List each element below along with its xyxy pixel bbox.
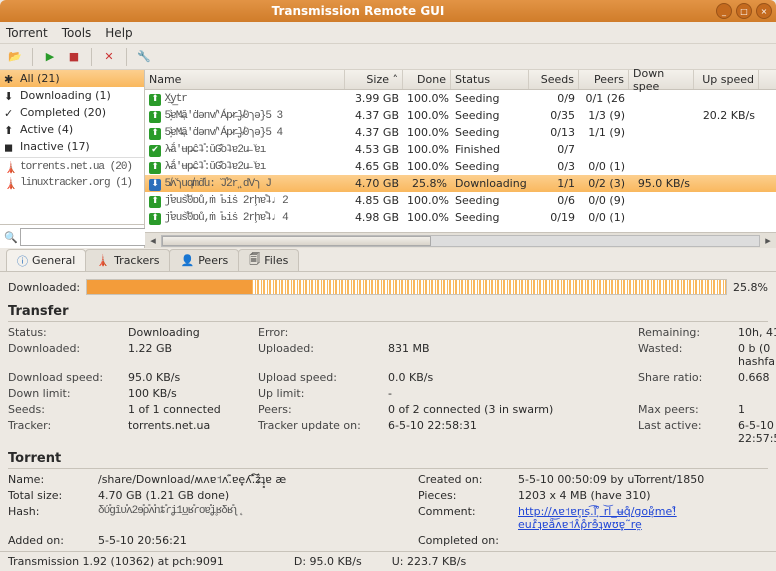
status-up-speed: U: 223.7 KB/s [392,555,466,568]
torrent-grid: NameSize ˄DoneStatusSeedsPeersDown speeU… [145,70,776,248]
table-row[interactable]: ⬆ X͟y͟tr3.99 GB100.0%Seeding0/90/1 (26 [145,90,776,107]
filter-icon: ◼ [4,141,16,153]
filter-icon: 🗼 [4,177,16,189]
column-header-name[interactable]: Name [145,70,345,89]
sidebar: ✱ All (21) ⬇ Downloading (1) ✓ Completed (20)… [0,70,145,248]
table-row[interactable]: ⬆ 5̴͙͐ɐM̶ặ'ḋǝnv̸‛Áp̷r̶͎}̸0ɿǝ}5 44.37 GB1… [145,124,776,141]
menu-torrent[interactable]: Torrent [6,26,48,40]
filter-label: Active (4) [20,123,73,136]
transfer-title: Transfer [8,304,768,322]
transfer-kv: Status:Downloading Error: Remaining:10h,… [8,326,768,445]
column-header-done[interactable]: Done [403,70,451,89]
window-title: Transmission Remote GUI [4,4,712,18]
start-button[interactable]: ▶ [41,48,59,66]
column-header-seeds[interactable]: Seeds [529,70,579,89]
torrent-kv: Name:/share/Download/ʍʌɐ˦ʌ.͊ɐe͓ʎ.͊͠ʑ̊ʇ͓ɐ… [8,473,768,547]
detail-tabs: ⓘGeneral 🗼Trackers 👤Peers 🗐Files [0,248,776,272]
statusbar: Transmission 1.92 (10362) at pch:9091 D:… [0,551,776,571]
filter-row[interactable]: ◼ Inactive (17) [0,138,144,155]
column-header-dspeed[interactable]: Down spee [629,70,694,89]
filter-label: All (21) [20,72,60,85]
titlebar: Transmission Remote GUI _ □ × [0,0,776,22]
filter-icon: ✱ [4,73,16,85]
comment-link[interactable]: http://ʌɐ˦ɐr̥ıs.͢͡ı̊ ̊ r͝l_ʉq̊/ɡoʁ̊ͅme!̊… [518,505,677,531]
tab-peers[interactable]: 👤Peers [169,249,239,271]
filter-icon: ✓ [4,107,16,119]
filter-row[interactable]: ⬆ Active (4) [0,121,144,138]
horizontal-scrollbar[interactable]: ◂ ▸ [145,232,776,248]
table-row[interactable]: ⬆ j̊ɐus̊͝0ɒů,ṁ ̊ьiṡ 2rḩɐ̊ʇ♩ 24.85 GB100… [145,192,776,209]
maximize-button[interactable]: □ [736,3,752,19]
filter-row[interactable]: 🗼 linuxtracker.org (1) [0,174,144,191]
status-connection: Transmission 1.92 (10362) at pch:9091 [8,555,224,568]
filter-icon: 🗼 [4,161,16,173]
tab-trackers[interactable]: 🗼Trackers [85,249,170,271]
stop-button[interactable]: ■ [65,48,83,66]
downloaded-label: Downloaded: [8,281,80,294]
tab-general[interactable]: ⓘGeneral [6,249,86,271]
menubar: Torrent Tools Help [0,22,776,44]
remove-button[interactable]: ✕ [100,48,118,66]
table-row[interactable]: ⬆ 5̴͙͐ɐM̶ặ'ḋǝnv̸‛Áp̷r̶͎}̸0ɿǝ}5 34.37 GB1… [145,107,776,124]
table-row[interactable]: ⬆ j̊ɐus̊͝0ɒů,ṁ ̊ьiṡ 2rḩɐ̊ʇ♩ 44.98 GB100… [145,209,776,226]
filter-label: Inactive (17) [20,140,90,153]
filter-row[interactable]: ✓ Completed (20) [0,104,144,121]
column-header-size[interactable]: Size ˄ [345,70,403,89]
column-header-status[interactable]: Status [451,70,529,89]
status-down-speed: D: 95.0 KB/s [294,555,362,568]
filter-label: Downloading (1) [20,89,111,102]
column-header-uspeed[interactable]: Up speed [694,70,759,89]
filter-label: torrents.net.ua (20) [20,161,132,173]
filter-row[interactable]: ⬇ Downloading (1) [0,87,144,104]
tab-files[interactable]: 🗐Files [238,249,299,271]
table-row[interactable]: ⬆ λ̴ắ'ʉp̶ĉʇ̊:ŭG͊oʇɐ2u̶ ̆ɐı4.65 GB100.0%S… [145,158,776,175]
filter-row[interactable]: 🗼 torrents.net.ua (20) [0,157,144,174]
detail-panel: Downloaded: 25.8% Transfer Status:Downlo… [0,272,776,551]
settings-button[interactable]: 🔧 [135,48,153,66]
column-header-peers[interactable]: Peers [579,70,629,89]
menu-tools[interactable]: Tools [62,26,92,40]
downloaded-pct: 25.8% [733,281,768,294]
filter-row[interactable]: ✱ All (21) [0,70,144,87]
table-row[interactable]: ✔ λ̴ắ'ʉp̶ĉʇ̊:ŭG͊oʇɐ2u̶ ̆ɐı4.53 GB100.0%F… [145,141,776,158]
filter-label: linuxtracker.org (1) [20,177,132,189]
search-icon: 🔍 [4,231,16,243]
filter-icon: ⬆ [4,124,16,136]
torrent-title: Torrent [8,451,768,469]
minimize-button[interactable]: _ [716,3,732,19]
close-button[interactable]: × [756,3,772,19]
open-button[interactable]: 📂 [6,48,24,66]
menu-help[interactable]: Help [105,26,132,40]
filter-label: Completed (20) [20,106,106,119]
table-row[interactable]: ⬇ 5̸ʌ̆ɿuq̸mḋ̽u: ̆J̊2r͎˛dVɿ J 4.70 GB25.8… [145,175,776,192]
filter-icon: ⬇ [4,90,16,102]
progress-bar [86,279,727,295]
